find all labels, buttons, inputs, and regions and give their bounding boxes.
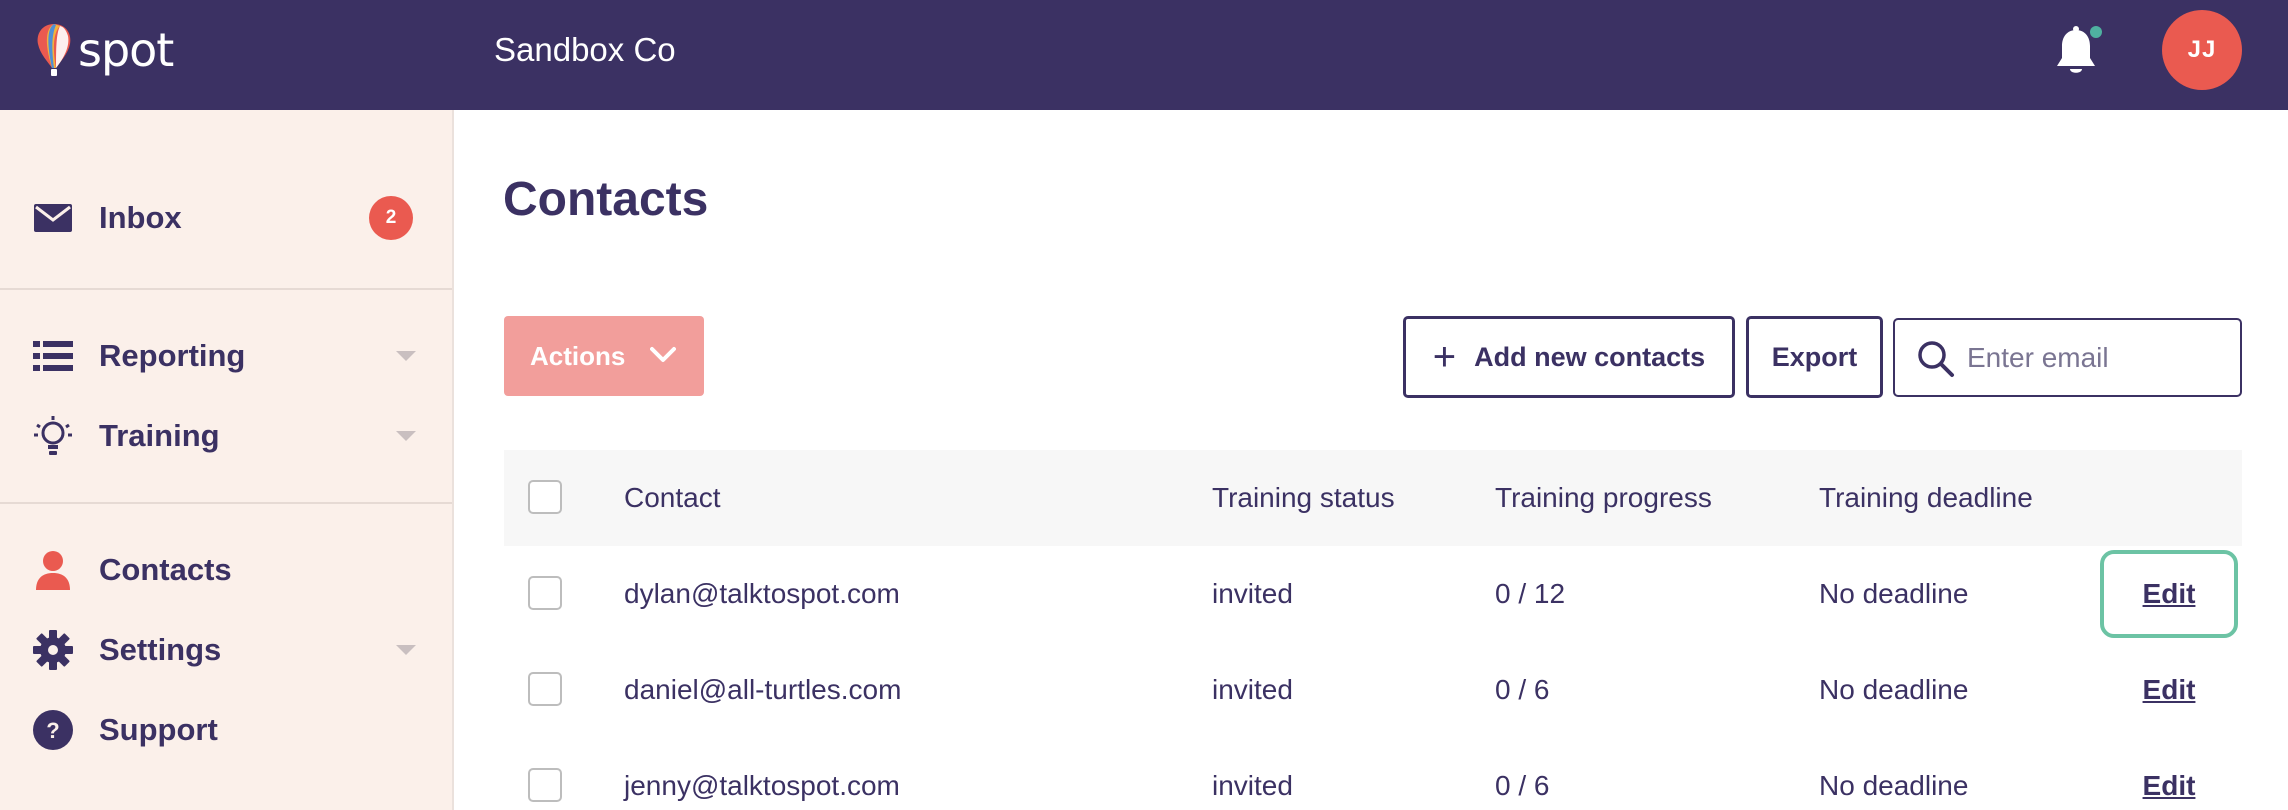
training-deadline: No deadline — [1819, 674, 1969, 705]
chevron-down-icon[interactable] — [396, 431, 416, 441]
column-header-status[interactable]: Training status — [1212, 450, 1395, 546]
training-status: invited — [1212, 770, 1293, 801]
column-header-contact[interactable]: Contact — [624, 450, 721, 546]
search-icon — [1918, 341, 1954, 377]
edit-link[interactable]: Edit — [2100, 742, 2238, 810]
chevron-down-icon[interactable] — [396, 351, 416, 361]
plus-icon: + — [1432, 335, 1457, 379]
edit-link[interactable]: Edit — [2100, 646, 2238, 734]
svg-text:?: ? — [46, 718, 59, 743]
training-progress: 0 / 6 — [1495, 674, 1550, 705]
contact-email: jenny@talktospot.com — [624, 770, 900, 801]
sidebar-item-label: Support — [99, 712, 218, 747]
table-row: daniel@all-turtles.com invited 0 / 6 No … — [504, 642, 2242, 738]
company-name: Sandbox Co — [494, 31, 676, 68]
page-title: Contacts — [503, 173, 709, 226]
row-checkbox[interactable] — [528, 576, 562, 610]
envelope-icon — [32, 197, 74, 239]
sidebar-item-contacts[interactable]: Contacts — [0, 540, 454, 600]
user-avatar[interactable]: JJ — [2162, 10, 2242, 90]
gear-icon — [32, 629, 74, 671]
add-new-contacts-label: Add new contacts — [1474, 341, 1706, 372]
column-header-deadline[interactable]: Training deadline — [1819, 450, 2033, 546]
training-progress: 0 / 12 — [1495, 578, 1566, 609]
training-status: invited — [1212, 578, 1293, 609]
chevron-down-icon — [650, 347, 676, 362]
sidebar-divider — [0, 502, 452, 504]
sidebar-item-support[interactable]: ? Support — [0, 700, 454, 760]
contact-email: daniel@all-turtles.com — [624, 674, 902, 705]
contact-email: dylan@talktospot.com — [624, 578, 900, 609]
column-header-progress[interactable]: Training progress — [1495, 450, 1712, 546]
chevron-down-icon[interactable] — [396, 645, 416, 655]
sidebar-divider — [0, 288, 452, 290]
row-checkbox[interactable] — [528, 672, 562, 706]
training-deadline: No deadline — [1819, 578, 1969, 609]
table-row: dylan@talktospot.com invited 0 / 12 No d… — [504, 546, 2242, 642]
sidebar: Inbox 2 Reporting Training Contacts Sett… — [0, 110, 454, 810]
person-icon — [32, 549, 74, 591]
table-row: jenny@talktospot.com invited 0 / 6 No de… — [504, 738, 2242, 810]
actions-label: Actions — [530, 340, 626, 371]
lightbulb-icon — [32, 415, 74, 457]
sidebar-item-label: Training — [99, 418, 220, 453]
training-status: invited — [1212, 674, 1293, 705]
sidebar-item-label: Inbox — [99, 200, 182, 235]
sidebar-item-label: Reporting — [99, 338, 246, 373]
sidebar-item-reporting[interactable]: Reporting — [0, 326, 454, 386]
help-icon: ? — [32, 709, 74, 751]
sidebar-item-settings[interactable]: Settings — [0, 620, 454, 680]
sidebar-item-label: Settings — [99, 632, 222, 667]
row-checkbox[interactable] — [528, 768, 562, 802]
training-progress: 0 / 6 — [1495, 770, 1550, 801]
sidebar-item-label: Contacts — [99, 552, 232, 587]
list-icon — [32, 335, 74, 377]
balloon-logo-icon — [37, 24, 71, 76]
select-all-checkbox[interactable] — [528, 480, 562, 514]
sidebar-item-inbox[interactable]: Inbox 2 — [0, 188, 454, 248]
top-bar: spot Sandbox Co JJ — [0, 0, 2288, 110]
spot-logo[interactable]: spot — [34, 22, 174, 78]
export-button[interactable]: Export — [1746, 316, 1883, 398]
logo-text: spot — [78, 23, 174, 77]
notification-dot — [2090, 26, 2102, 38]
training-deadline: No deadline — [1819, 770, 1969, 801]
search-box — [1893, 318, 2242, 397]
edit-link[interactable]: Edit — [2100, 550, 2238, 638]
inbox-count-badge: 2 — [369, 196, 413, 240]
email-search-input[interactable] — [1967, 330, 2227, 386]
add-new-contacts-button[interactable]: + Add new contacts — [1403, 316, 1735, 398]
sidebar-item-training[interactable]: Training — [0, 406, 454, 466]
table-header: Contact Training status Training progres… — [504, 450, 2242, 546]
actions-button[interactable]: Actions — [504, 316, 704, 396]
